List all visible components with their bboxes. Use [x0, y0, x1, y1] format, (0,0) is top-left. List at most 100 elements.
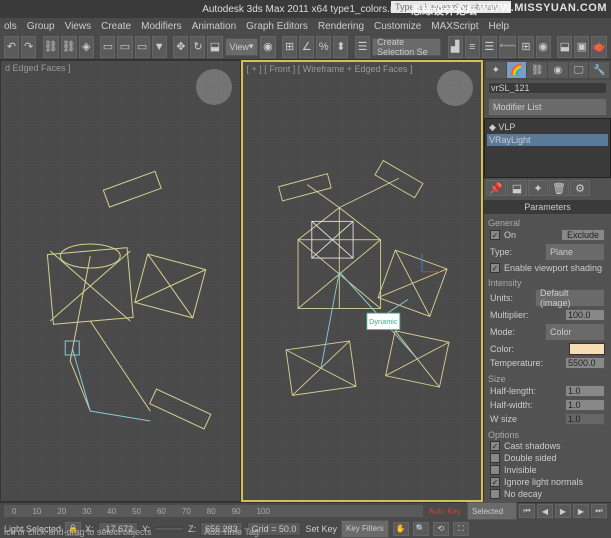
- select-button[interactable]: ▭: [100, 36, 115, 58]
- stack-item-vlp[interactable]: ◆ VLP: [487, 121, 608, 134]
- menu-tools[interactable]: ols: [4, 21, 17, 32]
- menu-animation[interactable]: Animation: [192, 21, 236, 32]
- viewcube-left[interactable]: [196, 69, 232, 105]
- unique-button[interactable]: ✦: [528, 180, 548, 196]
- pin-stack-button[interactable]: 📌: [486, 180, 506, 196]
- tab-display[interactable]: 🖵: [569, 62, 589, 78]
- key-mode-dropdown[interactable]: Selected: [467, 502, 517, 520]
- curve-editor-button[interactable]: ⬳: [499, 36, 517, 58]
- menu-views[interactable]: Views: [65, 21, 92, 32]
- filter-button[interactable]: ▼: [152, 36, 167, 58]
- render-frame-button[interactable]: ▣: [574, 36, 589, 58]
- modifier-stack[interactable]: ◆ VLP VRayLight: [484, 118, 611, 178]
- viewport-left[interactable]: d Edged Faces ]: [0, 60, 241, 502]
- unlink-button[interactable]: ⛓: [61, 36, 77, 58]
- configure-button[interactable]: ⚙: [570, 180, 590, 196]
- add-time-tag[interactable]: Add Time Tag: [200, 526, 263, 538]
- prev-frame-button[interactable]: ◀: [537, 504, 553, 518]
- named-sel-button[interactable]: ☰: [355, 36, 370, 58]
- select-name-button[interactable]: ▭: [117, 36, 132, 58]
- move-button[interactable]: ✥: [173, 36, 188, 58]
- next-frame-button[interactable]: ▶: [573, 504, 589, 518]
- no-decay-checkbox[interactable]: [490, 489, 500, 499]
- y-coord[interactable]: [154, 527, 184, 531]
- viewport-right[interactable]: [ + ] [ Front ] [ Wireframe + Edged Face…: [241, 60, 484, 502]
- snap-button[interactable]: ⊞: [282, 36, 297, 58]
- spinner-snap-button[interactable]: ⬍: [333, 36, 348, 58]
- stack-item-vraylight[interactable]: VRayLight: [487, 134, 608, 146]
- nav-pan-button[interactable]: ✋: [393, 522, 409, 536]
- ignore-normals-checkbox[interactable]: ✓: [490, 477, 500, 487]
- select-region-button[interactable]: ▭: [135, 36, 150, 58]
- menu-create[interactable]: Create: [101, 21, 131, 32]
- viewport-shading-checkbox[interactable]: ✓: [490, 263, 500, 273]
- mode-dropdown[interactable]: Color: [545, 323, 605, 341]
- menu-group[interactable]: Group: [27, 21, 55, 32]
- viewcube-right[interactable]: [437, 70, 473, 106]
- goto-end-button[interactable]: ⏭: [591, 504, 607, 518]
- cast-shadows-checkbox[interactable]: ✓: [490, 441, 500, 451]
- nav-orbit-button[interactable]: ⟲: [433, 522, 449, 536]
- mirror-button[interactable]: ▟: [448, 36, 463, 58]
- timeline[interactable]: 0102030405060708090100 Auto Key Selected…: [0, 503, 611, 519]
- rotate-button[interactable]: ↻: [190, 36, 205, 58]
- undo-button[interactable]: ↶: [4, 36, 19, 58]
- double-sided-checkbox[interactable]: [490, 453, 500, 463]
- menu-rendering[interactable]: Rendering: [318, 21, 364, 32]
- play-button[interactable]: ▶: [555, 504, 571, 518]
- auto-key-button[interactable]: Auto Key: [425, 507, 465, 516]
- goto-start-button[interactable]: ⏮: [519, 504, 535, 518]
- key-filters-dropdown[interactable]: Key Filters: [341, 520, 389, 538]
- ref-coord-dropdown[interactable]: View ▾: [225, 38, 259, 56]
- set-key-button[interactable]: Set Key: [305, 524, 337, 534]
- angle-snap-button[interactable]: ∠: [299, 36, 314, 58]
- viewport-left-label[interactable]: d Edged Faces ]: [5, 63, 71, 73]
- tab-modify[interactable]: 🌈: [507, 62, 527, 78]
- timeline-track[interactable]: 0102030405060708090100: [4, 505, 423, 517]
- tab-utilities[interactable]: 🔧: [589, 62, 609, 78]
- bind-button[interactable]: ◈: [79, 36, 94, 58]
- main-area: d Edged Faces ]: [0, 60, 611, 502]
- temperature-input[interactable]: [565, 357, 605, 369]
- remove-mod-button[interactable]: 🗑: [549, 180, 569, 196]
- color-swatch[interactable]: [569, 343, 605, 355]
- menu-maxscript[interactable]: MAXScript: [431, 21, 478, 32]
- layers-button[interactable]: ☰: [482, 36, 497, 58]
- percent-snap-button[interactable]: %: [316, 36, 331, 58]
- material-button[interactable]: ◉: [536, 36, 551, 58]
- create-selection-dropdown[interactable]: Create Selection Se: [372, 38, 441, 56]
- align-button[interactable]: ≡: [465, 36, 480, 58]
- nav-max-button[interactable]: ⛶: [453, 522, 469, 536]
- nav-zoom-button[interactable]: 🔍: [413, 522, 429, 536]
- invisible-checkbox[interactable]: [490, 465, 500, 475]
- render-setup-button[interactable]: ⬓: [557, 36, 572, 58]
- half-length-input[interactable]: [565, 385, 605, 397]
- tab-create[interactable]: ✦: [486, 62, 506, 78]
- menu-help[interactable]: Help: [489, 21, 510, 32]
- tab-hierarchy[interactable]: ⛓: [527, 62, 547, 78]
- params-rollout-header[interactable]: Parameters: [484, 200, 611, 214]
- scale-button[interactable]: ⬓: [207, 36, 222, 58]
- on-checkbox[interactable]: ✓: [490, 230, 500, 240]
- object-name-field[interactable]: [488, 82, 607, 94]
- show-end-button[interactable]: ⬓: [507, 180, 527, 196]
- tab-motion[interactable]: ◉: [548, 62, 568, 78]
- main-toolbar: ↶ ↷ ⛓ ⛓ ◈ ▭ ▭ ▭ ▼ ✥ ↻ ⬓ View ▾ ◉ ⊞ ∠ % ⬍…: [0, 34, 611, 60]
- modifier-list-dropdown[interactable]: Modifier List: [488, 98, 607, 116]
- render-button[interactable]: 🫖: [591, 36, 607, 58]
- title-bar: Autodesk 3ds Max 2011 x64 type1_colors.m…: [0, 0, 611, 18]
- link-button[interactable]: ⛓: [43, 36, 59, 58]
- half-width-input[interactable]: [565, 399, 605, 411]
- exclude-button[interactable]: Exclude: [561, 229, 605, 241]
- multiplier-input[interactable]: [565, 309, 605, 321]
- units-dropdown[interactable]: Default (image): [535, 289, 605, 307]
- menu-customize[interactable]: Customize: [374, 21, 421, 32]
- schematic-button[interactable]: ⊞: [518, 36, 533, 58]
- center-button[interactable]: ◉: [260, 36, 275, 58]
- type-dropdown[interactable]: Plane: [545, 243, 605, 261]
- redo-button[interactable]: ↷: [21, 36, 36, 58]
- menu-modifiers[interactable]: Modifiers: [141, 21, 182, 32]
- menu-graph[interactable]: Graph Editors: [246, 21, 308, 32]
- timeline-tick: 80: [199, 507, 224, 516]
- viewport-right-label[interactable]: [ + ] [ Front ] [ Wireframe + Edged Face…: [247, 64, 413, 74]
